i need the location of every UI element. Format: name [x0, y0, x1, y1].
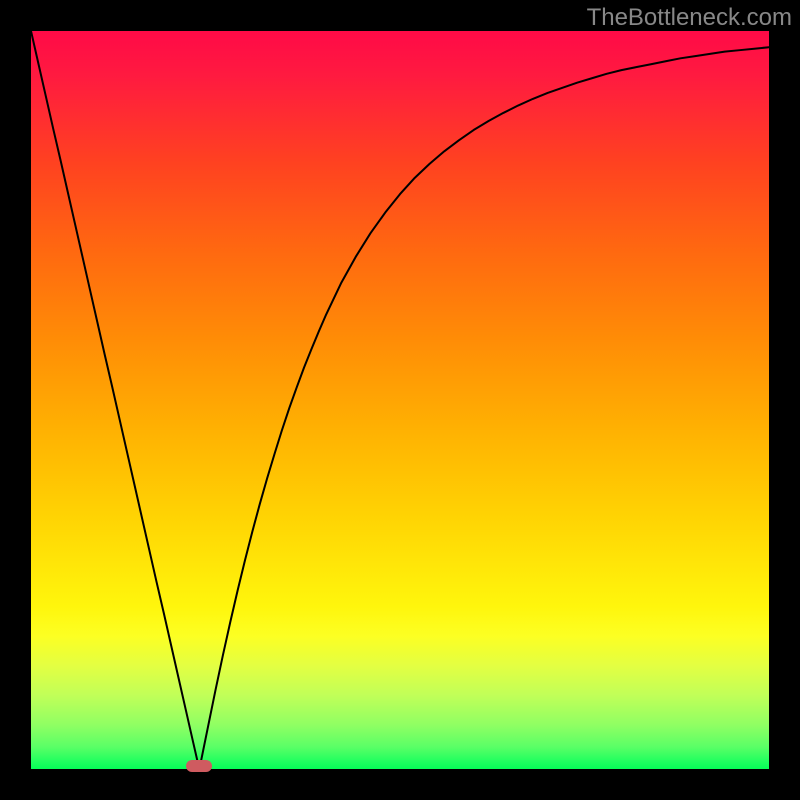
minimum-marker [186, 760, 212, 772]
curve-path [31, 31, 769, 769]
plot-area [31, 31, 769, 769]
watermark-text: TheBottleneck.com [587, 4, 792, 32]
curve-layer [31, 31, 769, 769]
chart-container: TheBottleneck.com [0, 0, 800, 800]
